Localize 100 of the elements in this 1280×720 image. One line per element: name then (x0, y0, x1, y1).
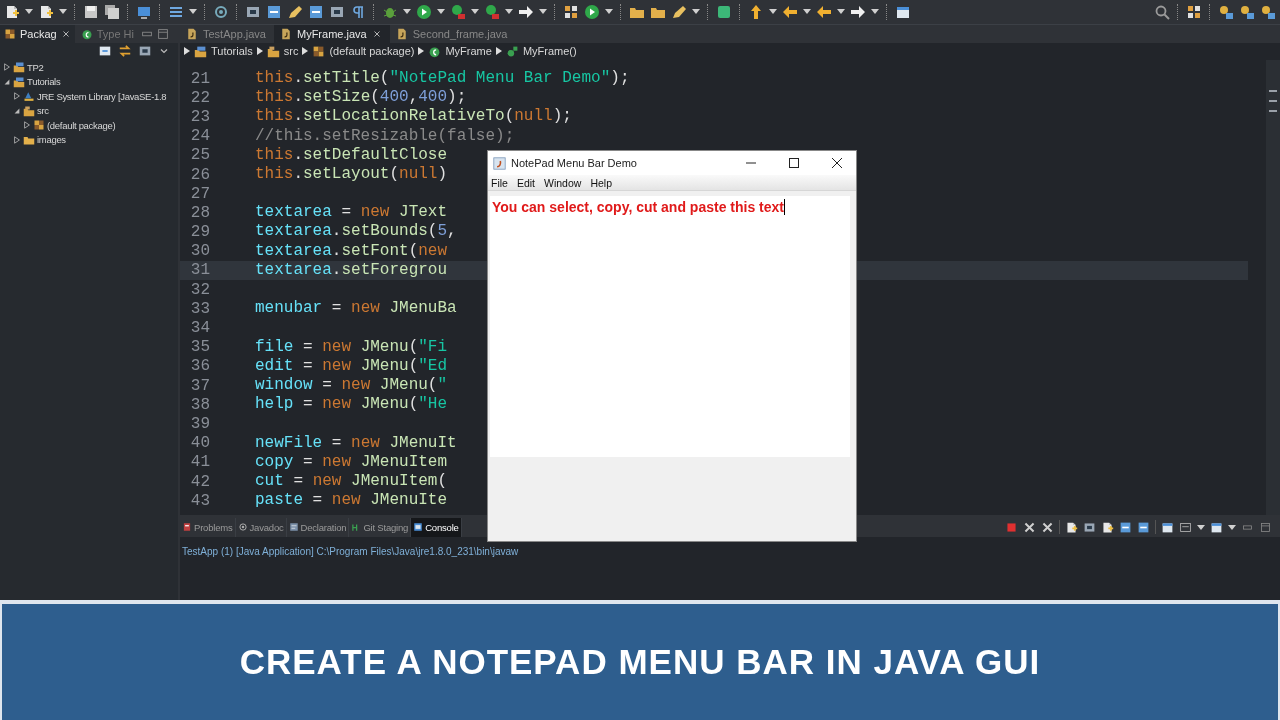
maximize-icon[interactable] (156, 26, 170, 41)
breadcrumb-item[interactable]: MyFrame() (522, 45, 577, 58)
menu-item[interactable]: File (491, 176, 508, 189)
save-all-icon[interactable] (104, 4, 120, 20)
target-icon[interactable] (213, 4, 229, 20)
tree-item-label[interactable]: TP2 (27, 61, 44, 73)
library-icon[interactable] (23, 90, 35, 103)
run-tool-icon[interactable] (450, 4, 466, 20)
class-icon[interactable] (428, 44, 442, 58)
declaration-icon[interactable] (288, 522, 299, 533)
square-icon[interactable] (716, 4, 732, 20)
run-icon[interactable] (584, 4, 600, 20)
run-tool-icon[interactable] (484, 4, 500, 20)
dropdown-caret-icon[interactable] (25, 9, 33, 15)
tree-item-label[interactable]: Tutorials (27, 76, 61, 88)
monitor-icon[interactable] (136, 4, 152, 20)
view-tab[interactable]: Console (411, 517, 462, 537)
stop-icon[interactable] (1005, 520, 1018, 534)
grid-icon[interactable] (1186, 4, 1202, 20)
dropdown-caret-icon[interactable] (403, 9, 411, 15)
perspective-icon[interactable] (1218, 4, 1234, 20)
source-folder-icon[interactable] (23, 104, 35, 117)
dropdown-caret-icon[interactable] (189, 9, 197, 15)
view-tab[interactable]: Javadoc (235, 517, 287, 537)
dropdown-caret-icon[interactable] (505, 9, 513, 15)
view-menu-icon[interactable] (1179, 520, 1192, 534)
document-icon[interactable] (4, 4, 20, 20)
pencil-icon[interactable] (671, 4, 687, 20)
tree-item-label[interactable]: (default package) (47, 119, 116, 131)
java-file-icon[interactable] (186, 27, 198, 40)
collapsed-triangle-icon[interactable] (13, 92, 21, 101)
dropdown-caret-icon[interactable] (471, 9, 479, 15)
dropdown-caret-icon[interactable] (605, 9, 613, 15)
method-icon[interactable] (505, 44, 519, 58)
problems-icon[interactable] (182, 522, 192, 533)
remove-icon[interactable] (1023, 520, 1036, 534)
tree-item-label[interactable]: JRE System Library [JavaSE-1.8 (37, 90, 167, 102)
breadcrumb-item[interactable]: src (283, 45, 299, 58)
project-icon[interactable] (13, 61, 25, 74)
source-folder-icon[interactable] (266, 44, 280, 58)
document-icon[interactable] (1065, 520, 1078, 534)
run-icon[interactable] (416, 4, 432, 20)
expanded-triangle-icon[interactable] (13, 106, 21, 115)
menu-item[interactable]: Edit (516, 176, 535, 189)
dropdown-caret-icon[interactable] (437, 9, 445, 15)
collapsed-triangle-icon[interactable] (3, 63, 11, 72)
forward-arrow-icon[interactable] (850, 4, 866, 20)
pencil-icon[interactable] (287, 4, 303, 20)
console-icon[interactable] (413, 522, 424, 533)
editor-tab[interactable]: TestApp.java (180, 24, 274, 43)
java-file-icon[interactable] (395, 27, 408, 40)
perspective-icon[interactable] (1260, 4, 1276, 20)
view-tab[interactable]: Declaration (286, 517, 350, 537)
box-icon[interactable] (245, 4, 261, 20)
window-icon[interactable] (895, 4, 911, 20)
back-arrow-icon[interactable] (782, 4, 798, 20)
dropdown-caret-icon[interactable] (803, 9, 811, 15)
box-icon[interactable] (1083, 520, 1096, 534)
menu-item[interactable]: Help (590, 176, 612, 189)
editor-tab[interactable]: Second_frame.java (389, 24, 516, 43)
class-icon[interactable] (80, 27, 93, 40)
java-file-icon[interactable] (280, 27, 292, 40)
box-icon[interactable] (329, 4, 345, 20)
up-arrow-icon[interactable] (748, 4, 764, 20)
menu-item[interactable]: Window (544, 176, 582, 189)
expanded-triangle-icon[interactable] (3, 77, 11, 86)
project-icon[interactable] (13, 75, 25, 88)
document-icon[interactable] (1101, 520, 1114, 534)
dropdown-caret-icon[interactable] (539, 9, 547, 15)
dropdown-caret-icon[interactable] (871, 9, 879, 15)
project-icon[interactable] (194, 44, 207, 58)
package-icon[interactable] (312, 44, 326, 58)
forward-arrow-icon[interactable] (518, 4, 534, 20)
window-icon[interactable] (1210, 520, 1223, 534)
breadcrumb-item[interactable]: MyFrame (445, 45, 492, 58)
remove-icon[interactable] (1041, 520, 1054, 534)
document-icon[interactable] (38, 4, 54, 20)
scrollbar[interactable] (1266, 59, 1280, 515)
save-icon[interactable] (83, 4, 99, 20)
close-icon[interactable] (60, 28, 71, 39)
text-area[interactable]: You can select, copy, cut and paste this text (490, 196, 850, 457)
perspective-icon[interactable] (1239, 4, 1255, 20)
back-arrow-icon[interactable] (816, 4, 832, 20)
search-icon[interactable] (1154, 4, 1170, 20)
package-icon[interactable] (33, 119, 45, 132)
tree-item-label[interactable]: src (37, 105, 49, 117)
window-icon[interactable] (1161, 520, 1174, 534)
tree-item-label[interactable]: images (37, 134, 66, 146)
dropdown-caret-icon[interactable] (837, 9, 845, 15)
list-icon[interactable] (168, 4, 184, 20)
dropdown-caret-icon[interactable] (692, 9, 700, 15)
package-icon[interactable] (4, 27, 16, 40)
breadcrumb-item[interactable]: Tutorials (211, 45, 253, 58)
collapsed-triangle-icon[interactable] (23, 121, 31, 130)
maximize-icon[interactable] (1259, 520, 1272, 534)
dropdown-caret-icon[interactable] (59, 9, 67, 15)
view-tab[interactable]: Problems (180, 517, 236, 537)
grid-icon[interactable] (563, 4, 579, 20)
close-icon[interactable] (371, 28, 382, 39)
swap-arrows-icon[interactable] (118, 44, 132, 59)
